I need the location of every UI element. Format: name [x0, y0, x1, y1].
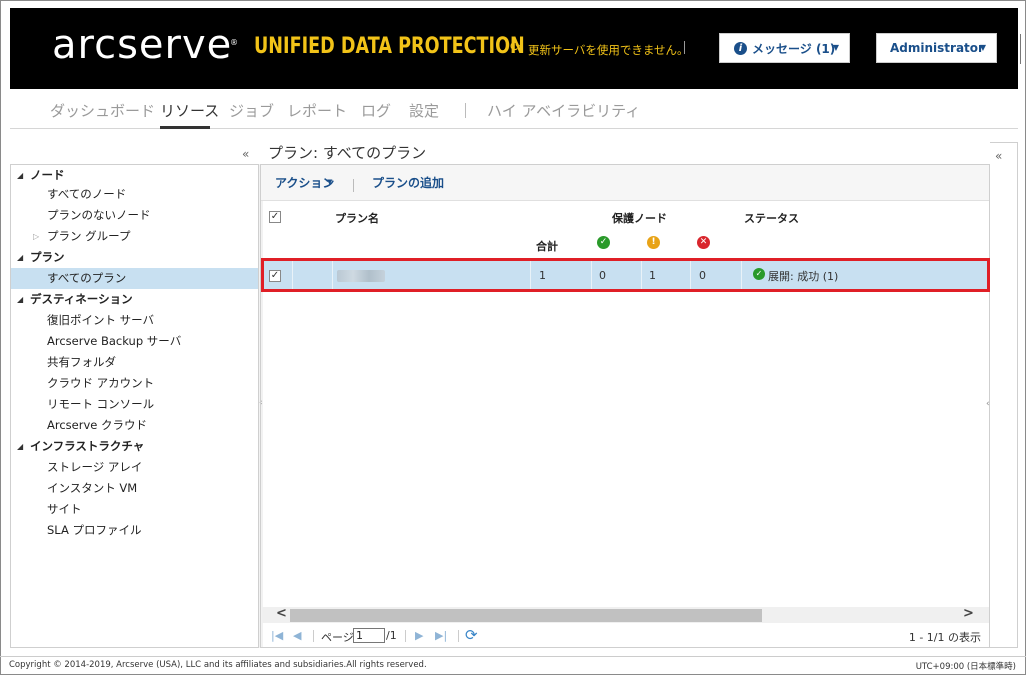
resource-tree: ◢ ノード すべてのノード プランのないノード ▷ プラン グループ ◢ プラン すべ…	[10, 164, 259, 648]
tree-category-infrastructure[interactable]: ◢ インフラストラクチャ	[11, 436, 258, 457]
tree-item-instant-vm[interactable]: インスタント VM	[11, 478, 258, 499]
tree-item-plan-groups[interactable]: ▷ プラン グループ	[11, 226, 258, 247]
pager-divider	[458, 630, 459, 642]
column-plan-name[interactable]: プラン名	[335, 210, 379, 226]
messages-label: メッセージ (1)	[752, 41, 836, 56]
timezone-text: UTC+09:00 (日本標準時)	[915, 662, 1016, 672]
tree-item-site[interactable]: サイト	[11, 499, 258, 520]
user-menu-button[interactable]: Administrator ▼	[876, 33, 997, 63]
nav-jobs[interactable]: ジョブ	[229, 100, 274, 121]
next-page-icon[interactable]: ▶	[415, 629, 423, 642]
plans-grid-panel: アクション ▼ プランの追加 ✓ プラン名 保護ノード ステータス 合計 ✓ !…	[260, 164, 990, 648]
page-label: ページ	[321, 631, 354, 644]
tree-item-shared-folder[interactable]: 共有フォルダ	[11, 352, 258, 373]
chevron-down-icon: ▼	[832, 43, 839, 52]
nav-reports[interactable]: レポート	[287, 100, 347, 121]
warning-icon: !	[647, 236, 660, 249]
tree-item-all-nodes[interactable]: すべてのノード	[11, 184, 258, 205]
column-total[interactable]: 合計	[536, 238, 558, 254]
main-nav: ダッシュボード リソース ジョブ レポート ログ 設定 ハイ アベイラビリティ	[10, 89, 1018, 129]
nav-high-availability[interactable]: ハイ アベイラビリティ	[487, 100, 640, 121]
registered-mark: ®	[230, 38, 238, 47]
tree-item-recovery-point-server[interactable]: 復旧ポイント サーバ	[11, 310, 258, 331]
tree-item-cloud-account[interactable]: クラウド アカウント	[11, 373, 258, 394]
row-highlight-frame	[261, 258, 990, 292]
last-page-icon[interactable]: ▶|	[435, 629, 447, 642]
collapsed-triangle-icon: ▷	[33, 232, 40, 241]
first-page-icon[interactable]: |◀	[271, 629, 283, 642]
nav-divider	[465, 103, 466, 118]
refresh-icon[interactable]: ⟳	[465, 626, 478, 644]
right-collapsed-panel: « ‹	[986, 142, 1018, 648]
prev-page-icon[interactable]: ◀	[293, 629, 301, 642]
tree-category-destinations[interactable]: ◢ デスティネーション	[11, 289, 258, 310]
record-count: 1 - 1/1 の表示	[908, 631, 981, 644]
chevron-left-icon[interactable]: ‹	[986, 399, 990, 409]
expand-triangle-icon: ◢	[17, 442, 24, 451]
tree-item-nodes-without-plan[interactable]: プランのないノード	[11, 205, 258, 226]
pager-divider	[405, 630, 406, 642]
page-total: /1	[386, 629, 397, 642]
status-footer: Copyright © 2014-2019, Arcserve (USA), L…	[0, 656, 1026, 675]
select-all-checkbox[interactable]: ✓	[269, 211, 281, 223]
page-input[interactable]: 1	[353, 628, 385, 643]
chevron-down-icon[interactable]: ▼	[327, 178, 332, 186]
collapse-left-icon[interactable]: «	[242, 147, 249, 161]
messages-button[interactable]: i メッセージ (1) ▼	[719, 33, 850, 63]
product-name: UNIFIED DATA PROTECTION	[254, 34, 525, 59]
scrollbar-thumb[interactable]	[290, 609, 762, 622]
header-divider	[684, 41, 685, 54]
add-plan-button[interactable]: プランの追加	[372, 174, 444, 191]
page-title: プラン: すべてのプラン	[268, 144, 427, 162]
tree-category-plans[interactable]: ◢ プラン	[11, 247, 258, 268]
user-label: Administrator	[890, 41, 984, 55]
scroll-left-icon[interactable]: <	[276, 606, 287, 621]
expand-triangle-icon: ◢	[17, 253, 24, 262]
scroll-right-icon[interactable]: >	[963, 606, 974, 621]
copyright-text: Copyright © 2014-2019, Arcserve (USA), L…	[9, 660, 427, 670]
horizontal-scrollbar[interactable]: < >	[262, 606, 989, 623]
nav-active-indicator	[160, 126, 210, 129]
update-server-notice[interactable]: 更新サーバを使用できません。	[528, 42, 689, 58]
refresh-warning-icon: ⟳	[510, 39, 522, 55]
nav-log[interactable]: ログ	[361, 100, 391, 121]
tree-item-remote-console[interactable]: リモート コンソール	[11, 394, 258, 415]
expand-right-panel-icon[interactable]: «	[995, 149, 1002, 163]
info-icon: i	[734, 41, 747, 55]
grid-toolbar: アクション ▼ プランの追加	[261, 165, 989, 201]
expand-triangle-icon: ◢	[17, 295, 24, 304]
nav-resources[interactable]: リソース	[160, 100, 219, 121]
nav-dashboard[interactable]: ダッシュボード	[50, 100, 155, 121]
success-icon: ✓	[597, 236, 610, 249]
tree-item-arcserve-backup-server[interactable]: Arcserve Backup サーバ	[11, 331, 258, 352]
action-menu[interactable]: アクション	[275, 174, 334, 191]
toolbar-divider	[353, 179, 354, 192]
error-icon: ✕	[697, 236, 710, 249]
tree-category-nodes[interactable]: ◢ ノード	[11, 165, 258, 186]
column-status[interactable]: ステータス	[744, 210, 799, 226]
chevron-down-icon: ▼	[979, 43, 986, 52]
pager-divider	[313, 630, 314, 642]
top-header: arcserve ® UNIFIED DATA PROTECTION ⟳ 更新サ…	[10, 8, 1021, 89]
tree-item-all-plans[interactable]: すべてのプラン	[11, 268, 258, 289]
header-divider	[1020, 34, 1021, 64]
tree-item-arcserve-cloud[interactable]: Arcserve クラウド	[11, 415, 258, 436]
nav-settings[interactable]: 設定	[409, 100, 439, 121]
tree-item-storage-array[interactable]: ストレージ アレイ	[11, 457, 258, 478]
pagination-bar: |◀ ◀ ページ 1 /1 ▶ ▶| ⟳ 1 - 1/1 の表示	[261, 625, 989, 647]
tree-item-sla-profile[interactable]: SLA プロファイル	[11, 520, 258, 541]
expand-triangle-icon: ◢	[17, 171, 24, 180]
arcserve-logo: arcserve	[52, 22, 233, 68]
column-protected-nodes[interactable]: 保護ノード	[612, 210, 667, 226]
